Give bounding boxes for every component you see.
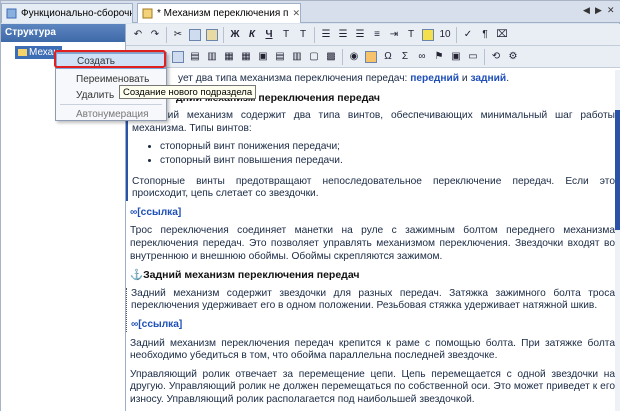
- undo-icon[interactable]: ↶: [130, 26, 146, 44]
- superscript-button[interactable]: T: [278, 26, 294, 44]
- menu-item-create[interactable]: Создать: [56, 53, 166, 69]
- delete-col-icon[interactable]: ▥: [289, 48, 305, 66]
- list-icon[interactable]: ≡: [369, 26, 385, 44]
- align-center-icon[interactable]: ☰: [335, 26, 351, 44]
- list-item: стопорный винт понижения передачи;: [160, 141, 615, 154]
- underline-button[interactable]: Ч: [261, 26, 277, 44]
- subscript-button[interactable]: T: [295, 26, 311, 44]
- paragraph: Стопорные винты предотвращают непоследов…: [132, 175, 615, 200]
- paragraph: Задний механизм переключения передач кре…: [130, 337, 615, 362]
- align-left-icon[interactable]: ☰: [318, 26, 334, 44]
- cut-icon[interactable]: ✂: [170, 26, 186, 44]
- toolbar-separator: [342, 48, 343, 65]
- bold-button[interactable]: Ж: [227, 26, 243, 44]
- link-text[interactable]: [ссылка]: [138, 319, 182, 330]
- scroll-left-icon[interactable]: ◀: [583, 5, 590, 16]
- scrollbar-thumb[interactable]: [615, 110, 620, 230]
- insert-table-icon[interactable]: [170, 48, 186, 66]
- section-rear: Задний механизм содержит звездочки для р…: [126, 287, 615, 332]
- screw-list: стопорный винт понижения передачи; стопо…: [160, 141, 615, 167]
- close-all-icon[interactable]: ✕: [607, 5, 615, 16]
- toolbar-separator: [223, 26, 224, 43]
- intro-text: ует два типа механизма переключения пере…: [178, 73, 411, 84]
- tab-bar: Функционально-сборочная ✕ * Механизм пер…: [1, 1, 620, 23]
- align-right-icon[interactable]: ☰: [352, 26, 368, 44]
- tab-functional-assembly[interactable]: Функционально-сборочная ✕: [1, 3, 133, 23]
- intro-paragraph: ует два типа механизма переключения пере…: [178, 73, 615, 86]
- tab-gear-mechanism[interactable]: * Механизм переключения п ✕: [137, 3, 301, 23]
- intro-and: и: [459, 73, 471, 84]
- link-front[interactable]: передний: [410, 73, 459, 84]
- insert-video-icon[interactable]: ▣: [448, 48, 464, 66]
- cell-color-icon[interactable]: ▩: [323, 48, 339, 66]
- font-size-select[interactable]: 10: [437, 26, 453, 44]
- section-front: дний механизм переключения передач Перед…: [126, 91, 615, 201]
- insert-symbol-button[interactable]: Ω: [380, 48, 396, 66]
- tab-label: * Механизм переключения п: [157, 8, 289, 19]
- toolbar-separator: [456, 26, 457, 43]
- insert-image-icon[interactable]: ◉: [346, 48, 362, 66]
- vertical-scrollbar[interactable]: [615, 70, 620, 411]
- borders-icon[interactable]: ▢: [306, 48, 322, 66]
- redo-icon[interactable]: ↷: [147, 26, 163, 44]
- properties-icon[interactable]: ⚙: [505, 48, 521, 66]
- toolbar-format: ↶ ↷ ✂ Ж К Ч T T ☰ ☰ ☰ ≡ ⇥ T 10 ✓ ¶ ⌧: [126, 24, 620, 46]
- document-icon: [142, 8, 153, 19]
- paragraph: Трос переключения соединяет манетки на р…: [130, 225, 615, 262]
- paragraph-icon[interactable]: ¶: [477, 26, 493, 44]
- panel-header: Структура: [1, 24, 125, 42]
- paragraph: Задний механизм содержит звездочки для р…: [131, 287, 615, 312]
- insert-bookmark-icon[interactable]: ⚑: [431, 48, 447, 66]
- find-replace-icon[interactable]: ⟲: [488, 48, 504, 66]
- paragraph: Передний механизм содержит два типа винт…: [132, 110, 615, 134]
- toolbar-separator: [314, 26, 315, 43]
- spellcheck-icon[interactable]: ✓: [460, 26, 476, 44]
- reference-link-2[interactable]: ∞[ссылка]: [131, 319, 615, 332]
- scroll-right-icon[interactable]: ▶: [595, 5, 602, 16]
- document-icon: [6, 8, 17, 19]
- menu-item-autonumbering[interactable]: Автонумерация: [56, 106, 166, 122]
- insert-file-icon[interactable]: ▭: [465, 48, 481, 66]
- editor-area: ↶ ↷ ✂ Ж К Ч T T ☰ ☰ ☰ ≡ ⇥ T 10 ✓ ¶ ⌧ ▤ ▥…: [126, 24, 620, 411]
- toolbar-separator: [166, 26, 167, 43]
- insert-link-icon[interactable]: ∞: [414, 48, 430, 66]
- italic-button[interactable]: К: [244, 26, 260, 44]
- insert-formula-button[interactable]: Σ: [397, 48, 413, 66]
- document-body[interactable]: ует два типа механизма переключения пере…: [126, 70, 620, 411]
- merge-cells-icon[interactable]: ▦: [221, 48, 237, 66]
- show-marks-icon[interactable]: ⌧: [494, 26, 510, 44]
- intro-end: .: [506, 73, 510, 84]
- list-item: стопорный винт повышения передачи.: [160, 155, 615, 168]
- tooltip: Создание нового подраздела: [119, 85, 257, 99]
- toolbar-separator: [484, 48, 485, 65]
- editor-window: Функционально-сборочная ✕ * Механизм пер…: [0, 0, 620, 411]
- text-color-icon[interactable]: T: [403, 26, 419, 44]
- split-cells-icon[interactable]: ▦: [238, 48, 254, 66]
- table-col-icon[interactable]: ▥: [204, 48, 220, 66]
- folder-icon: [18, 48, 27, 56]
- insert-textbox-icon[interactable]: [363, 48, 379, 66]
- menu-separator: [60, 104, 162, 105]
- close-icon[interactable]: ✕: [288, 8, 300, 19]
- copy-icon[interactable]: [187, 26, 203, 44]
- heading-rear-text: Задний механизм переключения передач: [143, 269, 360, 282]
- paragraph: Управляющий ролик отвечает за перемещени…: [130, 368, 615, 405]
- heading-rear: ⚓Задний механизм переключения передач: [130, 269, 615, 282]
- paste-icon[interactable]: [204, 26, 220, 44]
- tab-label: Функционально-сборочная: [21, 8, 132, 19]
- delete-row-icon[interactable]: ▤: [272, 48, 288, 66]
- table-row-icon[interactable]: ▤: [187, 48, 203, 66]
- link-rear[interactable]: задний: [470, 73, 506, 84]
- reference-link-1[interactable]: ∞[ссылка]: [130, 207, 615, 220]
- indent-icon[interactable]: ⇥: [386, 26, 402, 44]
- table-props-icon[interactable]: ▣: [255, 48, 271, 66]
- anchor-icon: ⚓: [130, 269, 144, 282]
- toolbar-insert: ▤ ▥ ▦ ▦ ▣ ▤ ▥ ▢ ▩ ◉ Ω Σ ∞ ⚑ ▣ ▭ ⟲ ⚙: [126, 46, 620, 68]
- link-text[interactable]: [ссылка]: [137, 207, 181, 218]
- highlight-color-icon[interactable]: [420, 26, 436, 44]
